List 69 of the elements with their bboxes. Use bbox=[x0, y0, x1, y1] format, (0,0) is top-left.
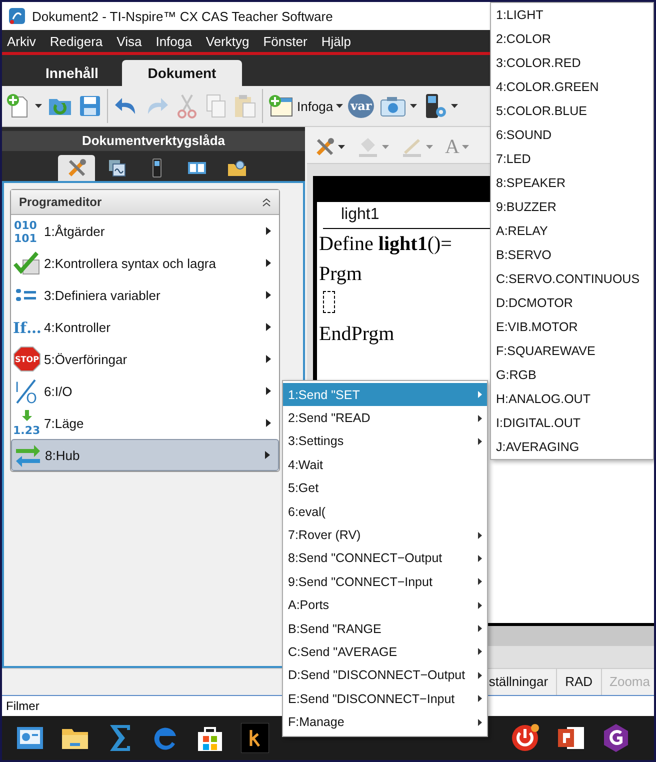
menu-item[interactable]: Infoga bbox=[156, 34, 192, 48]
item-label: 6:I/O bbox=[44, 384, 74, 398]
menu-item[interactable]: C:Send "AVERAGE bbox=[283, 640, 487, 664]
menu-item[interactable]: 8:SPEAKER bbox=[491, 171, 653, 195]
menu-item[interactable]: 3:Settings bbox=[283, 430, 487, 454]
menu-item[interactable]: 3:COLOR.RED bbox=[491, 51, 653, 75]
item-label: 8:Hub bbox=[45, 448, 81, 462]
condition-icon: If… bbox=[13, 314, 41, 340]
menu-item[interactable]: Verktyg bbox=[206, 34, 250, 48]
menu-item[interactable]: If… 4:Kontroller bbox=[11, 311, 279, 343]
menu-item[interactable]: E:VIB.MOTOR bbox=[491, 315, 653, 339]
menu-item[interactable]: I O 6:I/O bbox=[11, 375, 279, 407]
menu-item[interactable]: 5:Get bbox=[283, 476, 487, 500]
menu-item[interactable]: Fönster bbox=[263, 34, 308, 48]
menu-item[interactable]: F:SQUAREWAVE bbox=[491, 339, 653, 363]
menu-item[interactable]: 8:Hub bbox=[11, 439, 279, 471]
menu-item[interactable]: Arkiv bbox=[7, 34, 36, 48]
menu-item[interactable]: 1:Send "SET bbox=[283, 383, 487, 406]
menu-item[interactable]: 6:eval( bbox=[283, 500, 487, 524]
menu-item[interactable]: H:ANALOG.OUT bbox=[491, 387, 653, 411]
tab[interactable]: Innehåll bbox=[22, 60, 122, 86]
panel-header: Dokumentverktygslåda bbox=[2, 131, 305, 151]
footer-text: Filmer bbox=[6, 699, 40, 713]
item-label: 5:Överföringar bbox=[44, 352, 128, 366]
item-label: 4:Kontroller bbox=[44, 320, 112, 334]
menu-item[interactable]: G:RGB bbox=[491, 363, 653, 387]
menu-item[interactable]: A:RELAY bbox=[491, 219, 653, 243]
menu-item[interactable]: 6:SOUND bbox=[491, 123, 653, 147]
menu-item[interactable]: 2:Kontrollera syntax och lagra bbox=[11, 247, 279, 279]
item-label: 7:Läge bbox=[44, 416, 85, 430]
menu-item[interactable]: B:SERVO bbox=[491, 243, 653, 267]
menu-item[interactable]: I:DIGITAL.OUT bbox=[491, 411, 653, 435]
code-line: Prgm bbox=[319, 262, 362, 287]
menu-item[interactable]: 3:Definiera variabler bbox=[11, 279, 279, 311]
menu-item[interactable]: 4:COLOR.GREEN bbox=[491, 75, 653, 99]
menu-item[interactable]: STOP 5:Överföringar bbox=[11, 343, 279, 375]
menu-item[interactable]: 8:Send "CONNECT−Output bbox=[283, 546, 487, 570]
menu-item[interactable]: 9:BUZZER bbox=[491, 195, 653, 219]
menu-item[interactable]: 2:Send "READ bbox=[283, 406, 487, 430]
section-title: Programeditor bbox=[19, 195, 102, 209]
menu-item[interactable]: F:Manage bbox=[283, 710, 487, 734]
menu-item[interactable]: 5:COLOR.BLUE bbox=[491, 99, 653, 123]
menu-item[interactable]: 2:COLOR bbox=[491, 27, 653, 51]
menu-item[interactable]: B:Send "RANGE bbox=[283, 616, 487, 640]
menu-item[interactable]: C:SERVO.CONTINUOUS bbox=[491, 267, 653, 291]
menu-item[interactable]: Redigera bbox=[50, 34, 103, 48]
stop-sign-icon: STOP bbox=[13, 346, 41, 372]
toolbar-button[interactable]: var bbox=[346, 94, 376, 118]
code-line: EndPrgm bbox=[319, 322, 394, 347]
menu-item[interactable]: J:AVERAGING bbox=[491, 435, 653, 459]
menu-item[interactable]: 4:Wait bbox=[283, 453, 487, 477]
menu-item[interactable]: 7:LED bbox=[491, 147, 653, 171]
menu-item[interactable]: D:DCMOTOR bbox=[491, 291, 653, 315]
menu-item[interactable]: 1:LIGHT bbox=[491, 3, 653, 27]
menu-item[interactable]: 1.23 7:Läge bbox=[11, 407, 279, 439]
menu-item[interactable]: Visa bbox=[116, 34, 142, 48]
program-name: light1 bbox=[341, 206, 380, 224]
menu-item[interactable]: Hjälp bbox=[321, 34, 351, 48]
menu-item[interactable]: 7:Rover (RV) bbox=[283, 523, 487, 547]
item-label: 2:Kontrollera syntax och lagra bbox=[44, 256, 217, 270]
tab[interactable]: Dokument bbox=[122, 60, 242, 86]
window-title: Dokument2 - TI-Nspire™ CX CAS Teacher Software bbox=[32, 8, 333, 24]
item-label: 3:Definiera variabler bbox=[44, 288, 162, 302]
binary-icon: 010 101 bbox=[13, 218, 41, 244]
toolbar-button[interactable]: Infoga bbox=[266, 94, 346, 118]
menu-item[interactable]: 9:Send "CONNECT−Input bbox=[283, 570, 487, 594]
code-line: Define light1()= bbox=[319, 232, 452, 257]
menu-item[interactable]: A:Ports bbox=[283, 594, 487, 617]
item-label: 1:Åtgärder bbox=[44, 224, 106, 238]
